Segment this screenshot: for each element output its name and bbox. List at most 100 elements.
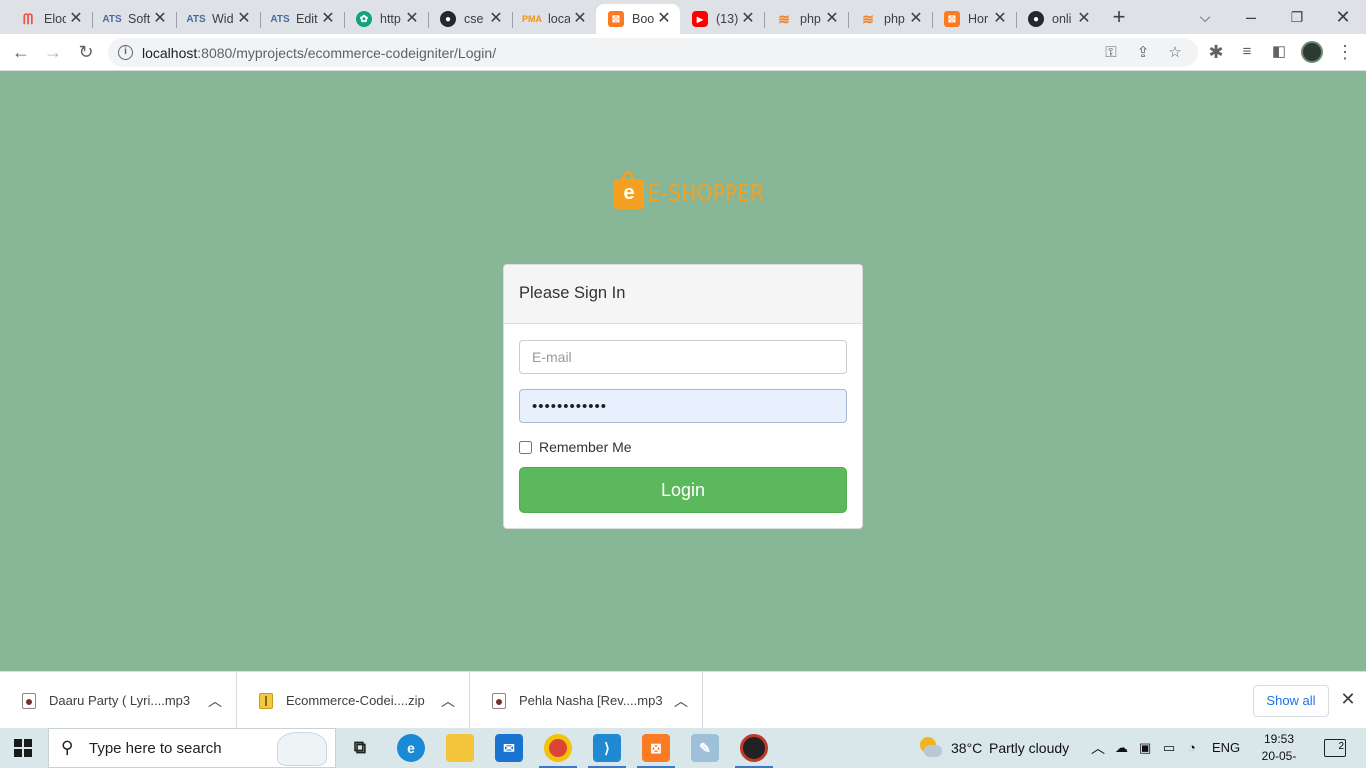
login-button[interactable]: Login [519,467,847,513]
audio-file-icon [492,692,506,709]
close-tab-icon[interactable]: ✕ [234,9,254,29]
weather-desc[interactable]: Partly cloudy [989,728,1069,768]
site-info-icon[interactable]: i [118,45,133,60]
media-control-icon[interactable]: ≡ [1232,38,1262,66]
chevron-up-icon[interactable]: ︿ [441,691,455,711]
chevron-up-icon[interactable]: ︿ [1091,728,1105,768]
browser-tab[interactable]: ⊠ Hor ✕ [932,4,1016,34]
close-tab-icon[interactable]: ✕ [654,9,674,29]
download-item[interactable]: Pehla Nasha [Rev....mp3 ︿ [470,672,703,729]
openai-icon: ✿ [356,11,372,27]
forward-button[interactable]: → [38,38,68,66]
browser-tab-active[interactable]: ⊠ Boo ✕ [596,4,680,34]
clock-time: 19:53 [1263,732,1295,746]
xampp-icon: ⊠ [608,11,624,27]
address-bar[interactable]: i localhost:8080/myprojects/ecommerce-co… [108,38,1198,67]
windows-taskbar: ⚲ Type here to search ⧉ e ✉ ⟩ ⊠ ✎ 38°C P… [0,728,1366,768]
close-tab-icon[interactable]: ✕ [822,9,842,29]
close-tab-icon[interactable]: ✕ [318,9,338,29]
side-panel-icon[interactable]: ◧ [1264,38,1294,66]
mail-icon[interactable]: ✉ [495,734,523,762]
xampp-icon[interactable]: ⊠ [642,734,670,762]
download-item[interactable]: Ecommerce-Codei....zip ︿ [237,672,470,729]
tab-search-icon[interactable]: ⌵ [1190,3,1220,31]
browser-tab[interactable]: ᗰ Eloq ✕ [8,4,92,34]
wifi-icon[interactable]: ◔ [1188,728,1196,768]
language-indicator[interactable]: ENG [1212,728,1240,768]
file-explorer-icon[interactable] [446,734,474,762]
browser-tab[interactable]: ≋ php ✕ [848,4,932,34]
close-tab-icon[interactable]: ✕ [570,9,590,29]
browser-tab[interactable]: ATS Wid ✕ [176,4,260,34]
close-tab-icon[interactable]: ✕ [66,9,86,29]
browser-tab[interactable]: ● cse ✕ [428,4,512,34]
new-tab-button[interactable]: + [1104,3,1134,31]
close-tab-icon[interactable]: ✕ [906,9,926,29]
audio-file-icon [22,692,36,709]
github-icon: ● [440,11,456,27]
browser-tab[interactable]: ≋ php ✕ [764,4,848,34]
back-button[interactable]: ← [6,38,36,66]
email-field[interactable] [519,340,847,374]
downloads-bar: Daaru Party ( Lyri....mp3 ︿ Ecommerce-Co… [0,671,1366,729]
chrome-icon[interactable] [544,734,572,762]
browser-tab[interactable]: ● onli ✕ [1016,4,1100,34]
system-clock[interactable]: 19:53 20-05-2023 [1256,731,1302,768]
browser-tab[interactable]: ✿ http ✕ [344,4,428,34]
browser-tab[interactable]: ▶ (13) ✕ [680,4,764,34]
chevron-up-icon[interactable]: ︿ [674,691,688,711]
battery-icon[interactable]: ▭ [1163,728,1175,768]
close-downloads-icon[interactable]: ✕ [1338,689,1358,710]
windows-start-icon[interactable] [14,739,32,757]
bookmark-star-icon[interactable]: ☆ [1164,42,1186,64]
close-tab-icon[interactable]: ✕ [486,9,506,29]
browser-tab[interactable]: ATS Soft ✕ [92,4,176,34]
remember-me-checkbox[interactable] [519,440,532,454]
panel-title: Please Sign In [504,265,862,324]
close-tab-icon[interactable]: ✕ [150,9,170,29]
close-window-button[interactable]: ✕ [1328,3,1358,31]
xampp-icon: ⊠ [944,11,960,27]
onedrive-icon[interactable]: ☁ [1115,728,1128,768]
restore-button[interactable]: ❐ [1282,3,1312,31]
edge-icon[interactable]: e [397,734,425,762]
zip-file-icon [259,692,273,709]
weather-icon[interactable] [918,737,942,759]
close-tab-icon[interactable]: ✕ [402,9,422,29]
media-player-icon[interactable] [740,734,768,762]
device-icon[interactable]: ▣ [1139,728,1151,768]
url-text[interactable]: localhost:8080/myprojects/ecommerce-code… [142,45,496,61]
browser-tab[interactable]: PMA loca ✕ [512,4,596,34]
search-highlight-image[interactable] [277,732,327,766]
close-tab-icon[interactable]: ✕ [738,9,758,29]
task-view-icon[interactable]: ⧉ [346,734,374,762]
chevron-up-icon[interactable]: ︿ [208,691,222,711]
phpmyadmin-icon: PMA [522,14,542,24]
menu-kebab-icon[interactable]: ⋮ [1330,38,1360,66]
taskbar-search[interactable]: ⚲ Type here to search [48,728,336,768]
shopping-bag-icon: e [614,171,644,209]
profile-avatar[interactable] [1301,41,1323,63]
show-all-button[interactable]: Show all [1253,685,1329,717]
close-tab-icon[interactable]: ✕ [990,9,1010,29]
remember-me[interactable]: Remember Me [519,439,632,455]
reload-button[interactable]: ↻ [71,38,101,66]
clock-date: 20-05-2023 [1261,749,1297,768]
extensions-icon[interactable]: ✱ [1201,38,1231,66]
password-field[interactable] [519,389,847,423]
remember-me-label: Remember Me [539,439,632,455]
browser-tab[interactable]: ATS Edit ✕ [260,4,344,34]
ats-icon: ATS [270,13,290,25]
paint-icon[interactable]: ✎ [691,734,719,762]
share-icon[interactable]: ⇪ [1132,42,1154,64]
github-icon: ● [1028,11,1044,27]
vscode-icon[interactable]: ⟩ [593,734,621,762]
minimize-button[interactable]: – [1236,3,1266,31]
weather-temp[interactable]: 38°C [951,728,982,768]
notification-center-icon[interactable]: 2 [1324,739,1346,757]
download-item[interactable]: Daaru Party ( Lyri....mp3 ︿ [0,672,237,729]
browser-tab-strip: ᗰ Eloq ✕ ATS Soft ✕ ATS Wid ✕ ATS Edit ✕… [0,0,1366,34]
close-tab-icon[interactable]: ✕ [1074,9,1094,29]
key-icon[interactable]: ⚿ [1100,42,1122,64]
eshopper-logo[interactable]: e E-SHOPPER [614,171,784,209]
